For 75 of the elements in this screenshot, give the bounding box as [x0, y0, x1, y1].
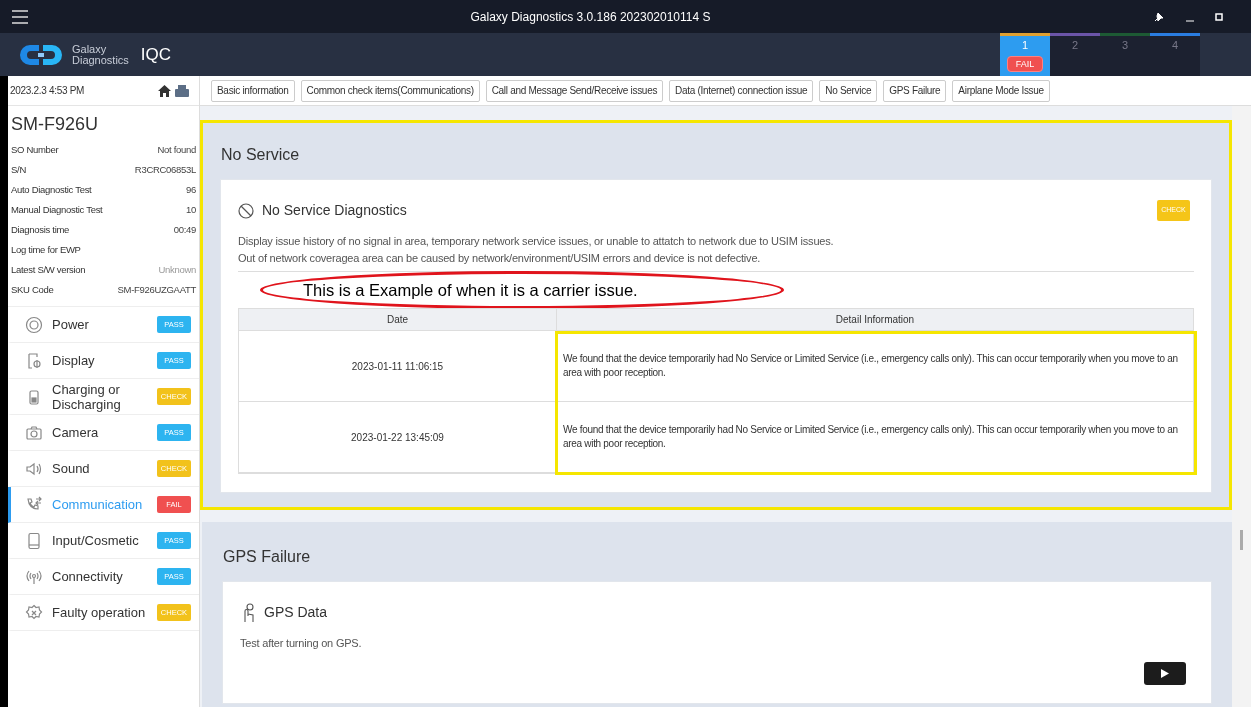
category-label: Communication — [52, 497, 144, 512]
info-value: Unknown — [158, 262, 196, 277]
pin-icon[interactable] — [1153, 10, 1165, 23]
info-label: SKU Code — [11, 282, 54, 297]
brand-name: Diagnostics — [72, 54, 129, 66]
card-title: GPS Data — [264, 603, 329, 622]
category-label: Power — [52, 317, 90, 332]
gear-x-icon — [25, 603, 43, 622]
info-label: Log time for EWP — [11, 242, 81, 257]
info-label: Latest S/W version — [11, 262, 86, 277]
description-text: Display issue history of no signal in area, temporary network service issues, or unable to attatch to network due to USIM issues. — [238, 234, 835, 249]
filter-button[interactable]: Airplane Mode Issue — [952, 79, 1050, 102]
power-icon — [25, 315, 43, 334]
description-text: Test after turning on GPS. — [240, 636, 363, 651]
table-cell: 2023-01-11 11:06:15 — [239, 331, 557, 401]
device-slot-tab[interactable]: 1 FAIL — [1000, 33, 1050, 76]
info-value: SM-F926UZGAATT — [117, 282, 196, 297]
filter-button[interactable]: Basic information — [211, 79, 295, 102]
card-title: No Service Diagnostics — [262, 201, 408, 220]
menu-icon[interactable] — [12, 9, 28, 24]
slot-number: 3 — [1121, 38, 1129, 53]
info-label: Manual Diagnostic Test — [11, 202, 103, 217]
display-icon — [25, 351, 43, 370]
category-label: Camera — [52, 425, 100, 440]
slot-number: 2 — [1071, 38, 1079, 53]
info-value: R3CRC06853L — [134, 162, 196, 177]
category-label: Input/Cosmetic — [52, 533, 140, 548]
maximize-icon[interactable] — [1215, 12, 1223, 21]
column-header: Date — [239, 309, 557, 330]
category-label: Faulty operation — [52, 605, 147, 620]
filter-button[interactable]: GPS Failure — [883, 79, 947, 102]
info-value: Not found — [157, 142, 196, 157]
info-label: Auto Diagnostic Test — [11, 182, 92, 197]
device-slot-tab[interactable]: 4 — [1150, 33, 1200, 76]
table-cell-text: We found that the device temporarily had No Service or Limited Service (i.e., emergency calls only). This can occur temporarily when you move to an area with poor reception. — [562, 352, 1179, 380]
category-label: Sound — [52, 461, 91, 476]
product-name: IQC — [140, 43, 172, 66]
description-text: Out of network coveragea area can be caused by network/environment/USIM errors and device is not defective. — [238, 251, 762, 266]
filter-button[interactable]: Data (Internet) connection issue — [669, 79, 814, 102]
filter-button[interactable]: Call and Message Send/Receive issues — [485, 79, 664, 102]
slot-number: 1 — [1021, 38, 1029, 53]
filter-button[interactable]: Common check items(Communications) — [300, 79, 480, 102]
date-time: 2023.2.3 4:53 PM — [10, 84, 86, 98]
table-cell-text: We found that the device temporarily had No Service or Limited Service (i.e., emergency calls only). This can occur temporarily when you move to an area with poor reception. — [562, 423, 1179, 451]
status-badge: FAIL — [1006, 55, 1044, 72]
table-cell: 2023-01-22 13:45:09 — [239, 402, 557, 472]
camera-icon — [25, 423, 43, 442]
info-value: 00:49 — [173, 222, 196, 237]
scrollbar[interactable] — [1232, 106, 1251, 707]
device-model: SM-F926U — [10, 113, 100, 136]
category-label: Connectivity — [52, 569, 124, 584]
logo-icon — [18, 42, 64, 67]
section-title: No Service — [220, 145, 301, 165]
prohibited-icon — [238, 202, 254, 219]
annotation-note: This is a Example of when it is a carrier issue. — [303, 279, 638, 301]
info-label: SO Number — [11, 142, 59, 157]
device-slot-tab[interactable]: 3 — [1100, 33, 1150, 76]
phone-icon — [25, 531, 43, 550]
window-title: Galaxy Diagnostics 3.0.186 202302010114 S — [469, 8, 712, 26]
home-icon[interactable] — [158, 84, 171, 97]
slot-number: 4 — [1171, 38, 1179, 53]
play-button[interactable] — [1144, 662, 1186, 685]
column-header: Detail Information — [834, 313, 916, 327]
category-label: Display — [52, 353, 96, 368]
info-value: 96 — [186, 182, 196, 197]
category-label: Charging or Discharging — [52, 381, 122, 412]
play-icon — [1161, 669, 1169, 678]
filter-button[interactable]: No Service — [819, 79, 878, 102]
section-title: GPS Failure — [222, 547, 312, 567]
brand-name: Galaxy — [72, 43, 107, 55]
info-value: 10 — [186, 202, 196, 217]
info-label: S/N — [11, 162, 26, 177]
printer-icon[interactable] — [175, 84, 189, 97]
device-slot-tab[interactable]: 2 — [1050, 33, 1100, 76]
info-label: Diagnosis time — [11, 222, 70, 237]
